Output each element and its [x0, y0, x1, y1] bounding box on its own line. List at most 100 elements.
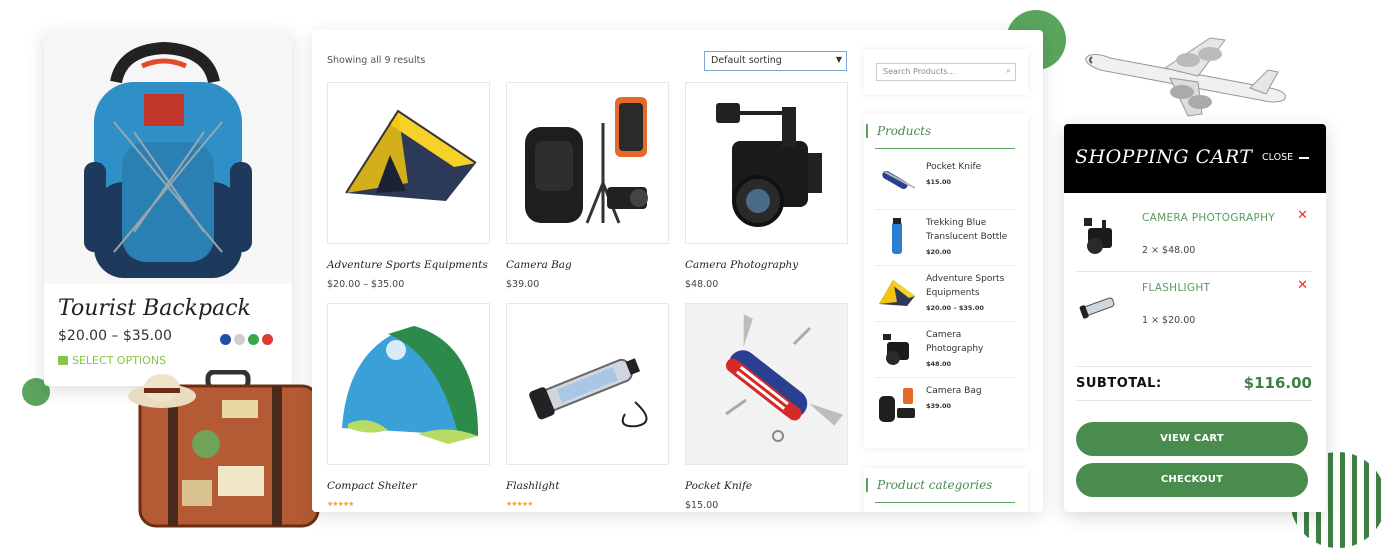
product-name[interactable]: Flashlight — [506, 480, 669, 492]
widget-product-item[interactable]: Adventure Sports Equipments $20.00 – $35… — [875, 266, 1015, 322]
flashlight-icon — [1079, 297, 1115, 319]
flashlight-icon — [529, 358, 648, 428]
cart-item-name[interactable]: CAMERA PHOTOGRAPHY — [1142, 212, 1275, 224]
suitcase-icon — [128, 370, 320, 528]
select-options-button[interactable]: SELECT OPTIONS — [58, 354, 166, 367]
checkout-button[interactable]: CHECKOUT — [1076, 463, 1308, 497]
knife-icon — [725, 314, 844, 442]
product-item[interactable]: Compact Shelter ★★★★★ — [327, 303, 490, 508]
widget-product-price: $48.00 — [926, 360, 952, 368]
widget-product-price: $15.00 — [926, 178, 952, 186]
color-swatch-red[interactable] — [262, 334, 273, 345]
widget-product-name[interactable]: Adventure Sports Equipments — [926, 272, 1015, 300]
backpack-icon — [84, 41, 252, 278]
rating-stars: ★★★★★ — [506, 500, 533, 508]
camera-icon — [883, 334, 909, 365]
cart-item-quantity: 2 × $48.00 — [1142, 245, 1196, 256]
product-thumbnail[interactable] — [685, 303, 848, 465]
knife-icon — [882, 171, 916, 189]
product-name[interactable]: Camera Photography — [685, 259, 848, 271]
subtotal-label: SUBTOTAL: — [1076, 376, 1162, 391]
featured-product-card[interactable]: Tourist Backpack $20.00 – $35.00 SELECT … — [44, 32, 292, 386]
product-thumbnail[interactable] — [506, 303, 669, 465]
widget-product-price: $39.00 — [926, 402, 952, 410]
widget-product-item[interactable]: Pocket Knife $15.00 — [875, 154, 1015, 210]
camera-bag-icon — [525, 97, 648, 224]
close-label: CLOSE — [1262, 152, 1294, 163]
close-icon — [1299, 156, 1310, 159]
shopping-bag-icon — [58, 356, 68, 365]
product-price: $20.00 – $35.00 — [327, 279, 405, 290]
backpack-image[interactable] — [44, 32, 292, 284]
select-options-label: SELECT OPTIONS — [72, 354, 167, 367]
cart-title: SHOPPING CART — [1075, 146, 1253, 168]
widget-divider — [875, 148, 1015, 149]
camera-bag-icon — [879, 388, 915, 422]
chevron-down-icon: ▼ — [835, 55, 842, 64]
widget-product-name[interactable]: Camera Photography — [926, 328, 1015, 356]
widget-product-name[interactable]: Camera Bag — [926, 384, 982, 398]
products-widget: Products Pocket Knife $15.00 Trekking Bl… — [864, 114, 1028, 448]
product-name[interactable]: Pocket Knife — [685, 480, 848, 492]
shop-panel: Showing all 9 results Default sorting ▼ … — [312, 30, 1043, 512]
rating-stars: ★★★★★ — [327, 500, 354, 508]
tent-icon — [345, 109, 477, 201]
widget-title: Products — [866, 124, 931, 138]
search-placeholder: Search Products... — [883, 67, 956, 76]
divider — [1076, 400, 1312, 401]
product-price: $20.00 – $35.00 — [58, 328, 172, 344]
close-button[interactable]: CLOSE — [1262, 152, 1310, 163]
shelter-icon — [342, 326, 478, 444]
color-swatch-green[interactable] — [248, 334, 259, 345]
product-title[interactable]: Tourist Backpack — [58, 296, 251, 321]
widget-product-item[interactable]: Camera Bag $39.00 — [875, 378, 1015, 434]
product-item[interactable]: Pocket Knife $15.00 — [685, 303, 848, 511]
widget-product-price: $20.00 — [926, 248, 952, 256]
product-thumbnail[interactable] — [685, 82, 848, 244]
bottle-icon — [892, 218, 902, 254]
product-thumbnail[interactable] — [327, 303, 490, 465]
product-item[interactable]: Camera Photography $48.00 — [685, 82, 848, 290]
product-name[interactable]: Camera Bag — [506, 259, 669, 271]
camera-icon — [1084, 218, 1112, 254]
product-price: $15.00 — [685, 500, 719, 511]
color-swatch-blue[interactable] — [220, 334, 231, 345]
product-item[interactable]: Adventure Sports Equipments $20.00 – $35… — [327, 82, 490, 290]
product-thumbnail[interactable] — [327, 82, 490, 244]
view-cart-button[interactable]: VIEW CART — [1076, 422, 1308, 456]
product-item[interactable]: Flashlight ★★★★★ — [506, 303, 669, 508]
widget-product-name[interactable]: Trekking Blue Translucent Bottle — [926, 216, 1015, 244]
tent-icon — [879, 280, 915, 306]
remove-item-icon[interactable]: ✕ — [1297, 278, 1308, 293]
search-input[interactable]: Search Products... ⌕ — [876, 63, 1016, 81]
widget-product-price: $20.00 – $35.00 — [926, 304, 984, 312]
search-widget: Search Products... ⌕ — [864, 49, 1028, 95]
product-thumbnail[interactable] — [506, 82, 669, 244]
airplane-icon — [1085, 37, 1286, 117]
widget-product-item[interactable]: Camera Photography $48.00 — [875, 322, 1015, 378]
widget-product-item[interactable]: Trekking Blue Translucent Bottle $20.00 — [875, 210, 1015, 266]
remove-item-icon[interactable]: ✕ — [1297, 208, 1308, 223]
widget-product-name[interactable]: Pocket Knife — [926, 160, 981, 174]
categories-widget: Product categories — [864, 468, 1028, 512]
result-count: Showing all 9 results — [327, 55, 426, 66]
sort-select[interactable]: Default sorting ▼ — [704, 51, 847, 71]
widget-title: Product categories — [866, 478, 992, 492]
sort-selected-value: Default sorting — [711, 55, 782, 66]
widget-divider — [875, 502, 1015, 503]
product-price: $39.00 — [506, 279, 540, 290]
product-price: $48.00 — [685, 279, 719, 290]
cart-item: FLASHLIGHT 1 × $20.00 ✕ — [1076, 272, 1312, 342]
shopping-cart-panel: SHOPPING CART CLOSE CAMERA PHOTOGRAPHY 2… — [1064, 124, 1326, 512]
color-swatch-grey[interactable] — [234, 334, 245, 345]
divider — [1076, 366, 1312, 367]
product-name[interactable]: Compact Shelter — [327, 480, 490, 492]
cart-header: SHOPPING CART CLOSE — [1064, 124, 1326, 193]
camera-icon — [716, 103, 822, 227]
cart-item-quantity: 1 × $20.00 — [1142, 315, 1196, 326]
product-name[interactable]: Adventure Sports Equipments — [327, 259, 490, 271]
stage: Tourist Backpack $20.00 – $35.00 SELECT … — [0, 0, 1400, 560]
product-item[interactable]: Camera Bag $39.00 — [506, 82, 669, 290]
search-icon[interactable]: ⌕ — [1006, 66, 1011, 76]
cart-item-name[interactable]: FLASHLIGHT — [1142, 282, 1210, 294]
